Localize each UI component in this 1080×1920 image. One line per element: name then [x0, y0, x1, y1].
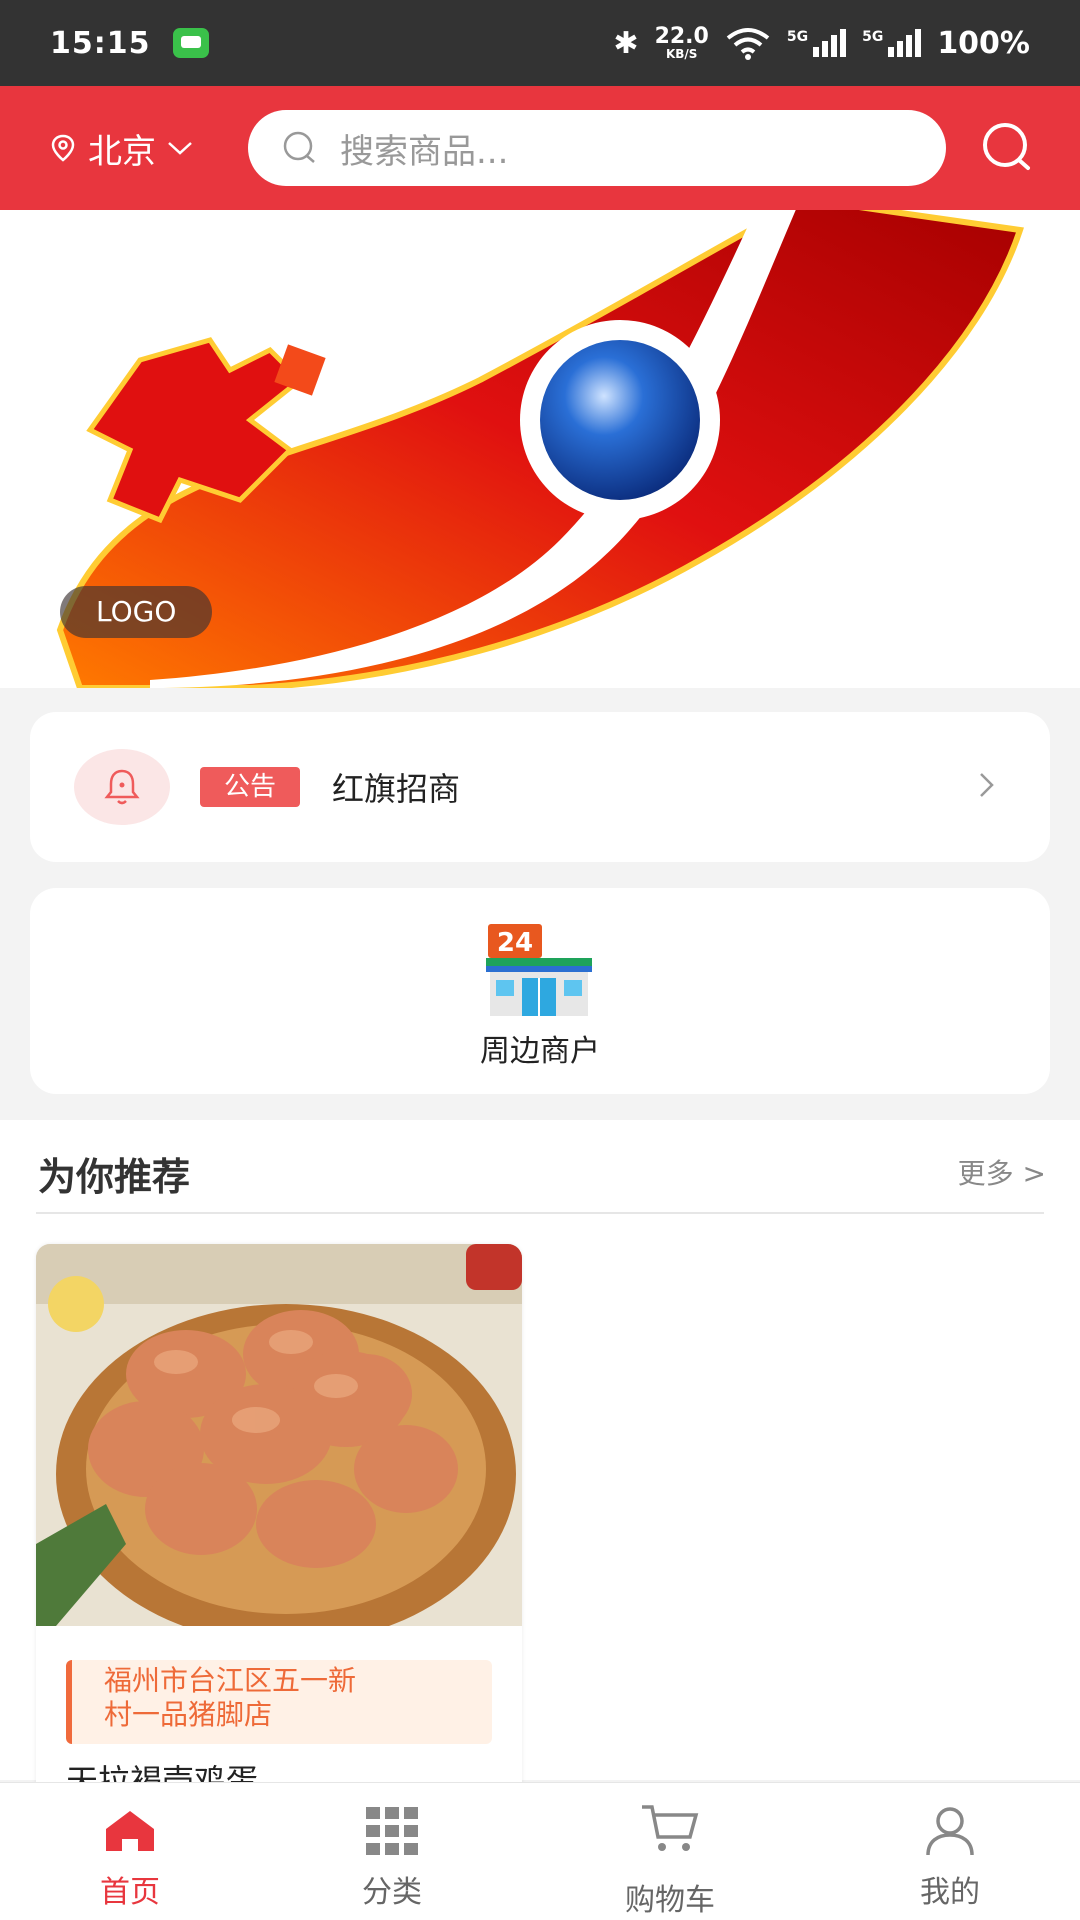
product-card[interactable]: 福州市台江区五一新 村一品猪脚店 天拉褐壳鸡蛋	[36, 1244, 522, 1804]
tab-category[interactable]: 分类	[292, 1783, 492, 1920]
notice-text: 红旗招商	[332, 770, 461, 808]
product-image	[36, 1244, 522, 1626]
more-link[interactable]: 更多 >	[958, 1152, 1046, 1192]
location-selector[interactable]: 北京	[48, 124, 248, 173]
city-name: 北京	[88, 131, 156, 172]
tab-home-label: 首页	[100, 1875, 160, 1910]
tab-cart-label: 购物车	[625, 1883, 715, 1918]
carousel-indicator-dot[interactable]	[528, 649, 550, 671]
location-pin-icon	[51, 134, 75, 162]
tab-category-label: 分类	[362, 1875, 422, 1910]
network-speed-unit: KB/S	[665, 47, 698, 61]
store-icon-number: 24	[497, 928, 533, 958]
user-icon	[926, 1807, 974, 1856]
notice-tag: 公告	[200, 767, 301, 807]
status-bar: 15:15 ✱ 22.0 KB/S 5G 5G 100%	[0, 0, 1080, 86]
bottom-tab-bar: 首页 分类 购物车 我的	[0, 1782, 1080, 1920]
bell-icon-wrap	[74, 749, 170, 825]
home-icon	[106, 1811, 154, 1851]
tab-profile[interactable]: 我的	[850, 1783, 1050, 1920]
top-header: 北京 搜索商品...	[0, 86, 1080, 210]
grid-icon	[366, 1807, 418, 1855]
bluetooth-icon: ✱	[613, 25, 639, 61]
search-placeholder: 搜索商品...	[340, 131, 509, 172]
status-time: 15:15	[50, 25, 151, 61]
convenience-store-icon: 24	[486, 924, 592, 1016]
nearby-merchants-label: 周边商户	[480, 1034, 600, 1069]
section-title: 为你推荐	[38, 1155, 191, 1199]
message-notification-icon	[172, 28, 209, 58]
nearby-merchants-entry[interactable]: 24 周边商户	[30, 888, 1050, 1094]
battery-level: 100%	[937, 25, 1030, 61]
wifi-icon	[726, 28, 770, 60]
tab-cart[interactable]: 购物车	[570, 1783, 770, 1920]
store-name-tag: 福州市台江区五一新 村一品猪脚店	[66, 1660, 492, 1744]
tab-profile-label: 我的	[920, 1875, 980, 1910]
chevron-down-icon	[168, 142, 192, 155]
banner-tag: LOGO	[60, 586, 213, 638]
store-name-line-2: 村一品猪脚店	[104, 1698, 273, 1731]
chevron-right-icon	[980, 773, 994, 797]
recommend-section: 为你推荐 更多 > 福州市台江区五一新 村一品猪脚店 天拉褐壳鸡蛋	[0, 1120, 1080, 1804]
signal-icon-1: 5G	[786, 29, 847, 57]
search-input[interactable]: 搜索商品...	[248, 110, 946, 186]
signal-label-1: 5G	[786, 29, 809, 45]
signal-icon-2: 5G	[862, 29, 922, 57]
signal-label-2: 5G	[862, 29, 884, 45]
cart-icon	[642, 1805, 699, 1851]
search-icon	[283, 131, 315, 163]
announcement-bar[interactable]: 公告 红旗招商	[30, 712, 1050, 862]
section-divider	[36, 1212, 1044, 1214]
network-speed: 22.0 KB/S	[654, 24, 709, 61]
network-speed-value: 22.0	[654, 24, 709, 49]
search-button-icon[interactable]	[978, 118, 1038, 178]
store-name-line-1: 福州市台江区五一新	[104, 1664, 357, 1697]
bell-icon	[104, 769, 140, 805]
tab-home[interactable]: 首页	[30, 1783, 230, 1920]
